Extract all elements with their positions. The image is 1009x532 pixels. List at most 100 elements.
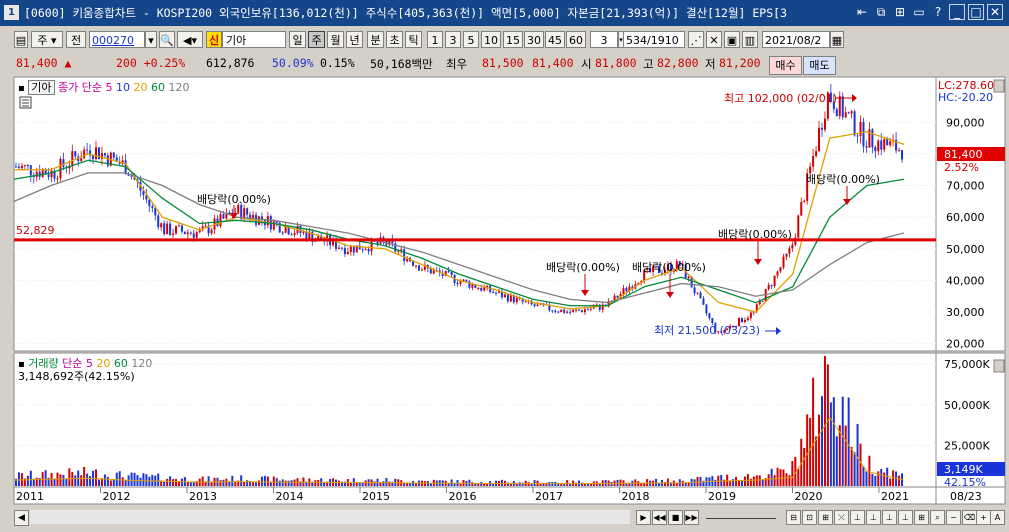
legend-stock-name[interactable]: 기아 — [28, 80, 55, 95]
candle-body — [417, 265, 420, 271]
candle-body — [536, 304, 539, 307]
candle-body — [702, 298, 705, 305]
candle-body — [889, 141, 892, 146]
volume-bar — [17, 472, 20, 486]
candle-body — [509, 295, 512, 302]
volume-bar — [252, 481, 255, 486]
candle-body — [177, 225, 180, 227]
tool-4-icon[interactable]: ⊥ — [882, 510, 897, 525]
volume-bar — [610, 482, 613, 486]
volume-panel[interactable] — [13, 352, 937, 488]
year-label: 2020 — [795, 490, 823, 503]
volume-bar — [97, 479, 100, 486]
volume-bar — [732, 479, 735, 486]
last-date-label: 08/23 — [950, 490, 982, 503]
candle-body — [376, 241, 379, 244]
volume-bar — [640, 483, 643, 486]
tool-5-icon[interactable]: ⊥ — [898, 510, 913, 525]
font-a-icon[interactable]: A — [990, 510, 1005, 525]
zoom-reset-icon[interactable]: ⊡ — [802, 510, 817, 525]
tool-1-icon[interactable]: ⤫ — [834, 510, 849, 525]
volume-bar — [246, 480, 249, 486]
price-legend: ▪ 기아 종가 단순 5 10 20 60 120 — [18, 79, 190, 95]
current-price-badge-text: 81,400 — [944, 148, 983, 161]
candle-body — [767, 284, 770, 290]
volume-bar — [121, 477, 124, 486]
eraser-icon[interactable]: ⌫ — [962, 510, 977, 525]
legend-ma5: 5 — [105, 81, 113, 94]
zoom-out-icon[interactable]: ⊟ — [786, 510, 801, 525]
candle-body — [524, 301, 527, 303]
volume-bar — [364, 480, 367, 486]
volume-bar — [311, 482, 314, 486]
volume-bar — [820, 396, 823, 486]
rewind-icon[interactable]: ◀◀ — [652, 510, 667, 525]
price-panel[interactable] — [13, 76, 937, 352]
volume-bar — [29, 470, 32, 486]
volume-bar — [257, 480, 260, 486]
volume-bar — [314, 480, 317, 486]
dividend-label-2018: 배당락(0.00%) — [632, 261, 706, 274]
candle-body — [820, 127, 823, 130]
candle-body — [189, 232, 192, 234]
candle-body — [26, 165, 29, 167]
volume-bar — [225, 478, 228, 486]
volume-bar — [201, 476, 204, 486]
candle-body — [782, 256, 785, 268]
candle-body — [862, 121, 865, 147]
volume-bar — [44, 470, 47, 486]
volume-bar — [157, 473, 160, 486]
volume-bar — [666, 478, 669, 486]
volume-bar — [68, 468, 71, 486]
candle-body — [47, 174, 50, 178]
scroll-left-icon[interactable]: ◀ — [14, 510, 29, 526]
price-scroll-handle[interactable] — [993, 79, 1005, 93]
magnify-icon[interactable]: ⌕ — [930, 510, 945, 525]
volume-bar — [62, 474, 65, 486]
candle-body — [352, 246, 355, 253]
volume-bar — [287, 480, 290, 486]
minus-icon[interactable]: − — [946, 510, 961, 525]
volume-bar — [240, 475, 243, 486]
candle-body — [172, 233, 175, 235]
candle-body — [572, 309, 575, 313]
volume-bar — [527, 482, 530, 486]
tool-3-icon[interactable]: ⊥ — [866, 510, 881, 525]
volume-tick-label: 75,000K — [944, 358, 990, 371]
volume-bar — [118, 471, 121, 486]
year-label: 2014 — [276, 490, 304, 503]
candle-body — [169, 223, 172, 235]
volume-bar — [290, 480, 293, 486]
volume-bar — [743, 476, 746, 486]
year-label: 2011 — [16, 490, 44, 503]
zoom-in-icon[interactable]: ⊞ — [818, 510, 833, 525]
volume-bar — [323, 482, 326, 486]
volume-bar — [628, 483, 631, 486]
volume-bar — [539, 483, 542, 486]
play-icon[interactable]: ▶ — [636, 510, 651, 525]
volume-bar — [80, 475, 83, 486]
candle-body — [237, 205, 240, 213]
candle-body — [575, 309, 578, 311]
year-label: 2016 — [449, 490, 477, 503]
forward-icon[interactable]: ▶▶ — [684, 510, 699, 525]
candle-body — [151, 206, 154, 208]
volume-scroll-handle[interactable] — [993, 359, 1005, 373]
plus-icon[interactable]: + — [976, 510, 991, 525]
scroll-track[interactable] — [30, 510, 630, 524]
tool-2-icon[interactable]: ⊥ — [850, 510, 865, 525]
dividend-label-2013: 배당락(0.00%) — [197, 193, 271, 206]
volume-bar — [625, 483, 628, 486]
candle-body — [222, 214, 225, 219]
candle-body — [557, 311, 560, 313]
tool-6-icon[interactable]: ⊞ — [914, 510, 929, 525]
candle-body — [420, 269, 423, 271]
candle-body — [740, 317, 743, 323]
candle-body — [580, 310, 583, 313]
year-label: 2021 — [881, 490, 909, 503]
year-label: 2012 — [103, 490, 131, 503]
stop-icon[interactable]: ■ — [668, 510, 683, 525]
candle-body — [693, 287, 696, 294]
year-label: 2018 — [622, 490, 650, 503]
speed-slider[interactable] — [706, 514, 776, 519]
